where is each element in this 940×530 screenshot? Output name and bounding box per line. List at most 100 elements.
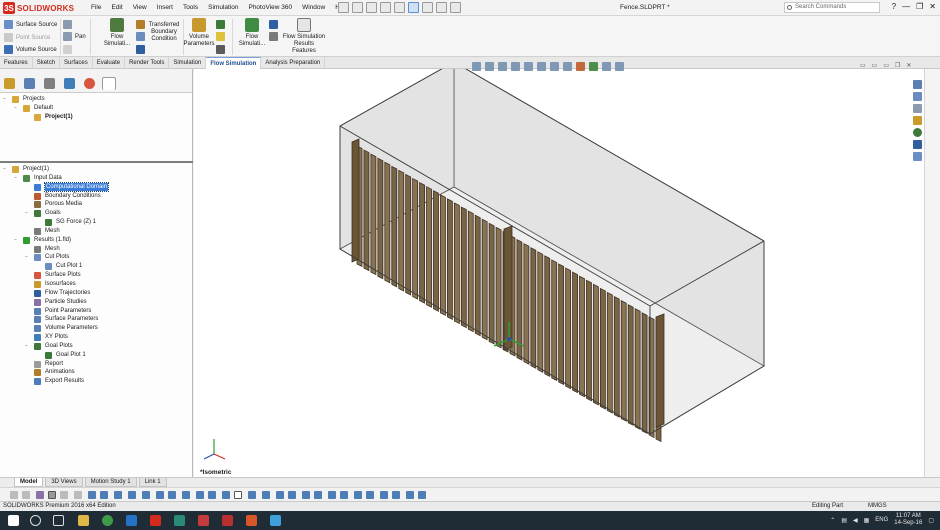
tool-2-icon[interactable]	[22, 491, 30, 499]
analysis-tree-item[interactable]: Cut Plot 1	[0, 262, 192, 271]
minimize-icon[interactable]: —	[902, 2, 910, 11]
analysis-tree-item[interactable]: Particle Studies	[0, 298, 192, 307]
collapse-toggle-icon[interactable]: −	[14, 175, 19, 181]
tool-18-icon[interactable]	[234, 491, 242, 499]
tab-simulation[interactable]: Simulation	[169, 57, 207, 69]
analysis-tree-item[interactable]: − Goal Plots	[0, 342, 192, 351]
tab-analysis-preparation[interactable]: Analysis Preparation	[261, 57, 326, 69]
viewport-close-icon[interactable]: ✕	[906, 62, 911, 69]
design-library-icon[interactable]	[912, 104, 922, 113]
flow-analysis-tab-icon[interactable]	[102, 77, 116, 90]
appearances-icon[interactable]	[912, 128, 922, 137]
volume-icon[interactable]: ◀	[853, 517, 858, 524]
project-tree-item[interactable]: − Projects	[0, 95, 192, 104]
viewport-minimize-icon[interactable]: ▭	[872, 62, 878, 69]
select-icon[interactable]	[408, 2, 419, 13]
results-table-button[interactable]	[269, 31, 281, 42]
collapse-toggle-icon[interactable]: −	[3, 167, 8, 172]
analysis-tree-item[interactable]: Surface Parameters	[0, 315, 192, 324]
analysis-tree-item[interactable]: Porous Media	[0, 200, 192, 209]
section-view-icon[interactable]	[511, 62, 520, 71]
tool-23-icon[interactable]	[302, 491, 310, 499]
hide-show-items-icon[interactable]	[563, 62, 572, 71]
dimxpert-tab-icon[interactable]	[64, 78, 75, 89]
print-icon[interactable]	[380, 2, 391, 13]
powerpoint-icon[interactable]	[246, 515, 257, 526]
zoom-to-fit-icon[interactable]	[472, 62, 481, 71]
tool-20-icon[interactable]	[262, 491, 270, 499]
previous-view-icon[interactable]	[498, 62, 507, 71]
graphics-area[interactable]: *Isometric	[194, 69, 924, 477]
tool-21-icon[interactable]	[276, 491, 284, 499]
restore-icon[interactable]: ❐	[916, 2, 923, 11]
zoom-area-button[interactable]	[63, 19, 75, 30]
volume-parameters-button[interactable]: Volume Parameters	[184, 18, 215, 48]
zoom-to-area-icon[interactable]	[485, 62, 494, 71]
analysis-tree-item[interactable]: Report	[0, 360, 192, 369]
menu-view[interactable]: View	[128, 2, 152, 14]
open-icon[interactable]	[352, 2, 363, 13]
view-orientation-icon[interactable]	[537, 62, 546, 71]
analysis-tree-item[interactable]: Isosurfaces	[0, 280, 192, 289]
tool-24-icon[interactable]	[314, 491, 322, 499]
tool-17-icon[interactable]	[222, 491, 230, 499]
configuration-tab-icon[interactable]	[44, 78, 55, 89]
tool-12-icon[interactable]	[156, 491, 164, 499]
tab-sketch[interactable]: Sketch	[33, 57, 61, 69]
menu-tools[interactable]: Tools	[178, 2, 203, 14]
resources-icon[interactable]	[912, 92, 922, 101]
grid-button[interactable]	[216, 44, 228, 55]
tab-link[interactable]: Link 1	[138, 478, 167, 487]
analysis-tree-item[interactable]: − Input Data	[0, 174, 192, 183]
file-explorer-icon[interactable]	[912, 116, 922, 125]
home-icon[interactable]	[912, 80, 922, 89]
feature-tree-tab-icon[interactable]	[4, 78, 15, 89]
menu-simulation[interactable]: Simulation	[203, 2, 243, 14]
collapse-toggle-icon[interactable]: −	[25, 255, 30, 260]
app-icon-3[interactable]	[222, 515, 233, 526]
menu-photoview[interactable]: PhotoView 360	[243, 2, 297, 14]
display-style-icon[interactable]	[550, 62, 559, 71]
tab-flow-simulation[interactable]: Flow Simulation	[206, 57, 262, 69]
tool-6-icon[interactable]	[74, 491, 82, 499]
save-icon[interactable]	[366, 2, 377, 13]
tool-25-icon[interactable]	[328, 491, 336, 499]
analysis-tree-item[interactable]: Mesh	[0, 227, 192, 236]
tool-8-icon[interactable]	[100, 491, 108, 499]
help-icon[interactable]: ?	[892, 2, 896, 11]
monitor-button[interactable]	[136, 44, 148, 55]
language-indicator[interactable]: ENG	[875, 517, 888, 523]
analysis-tree-item[interactable]: Surface Plots	[0, 271, 192, 280]
analysis-tree-item[interactable]: SG Force (Z) 1	[0, 218, 192, 227]
pane-splitter[interactable]	[0, 161, 193, 163]
file-explorer-taskbar-icon[interactable]	[78, 515, 89, 526]
network-icon[interactable]: ▤	[841, 517, 847, 524]
tool-26-icon[interactable]	[340, 491, 348, 499]
options-gear-icon[interactable]	[450, 2, 461, 13]
chevron-up-icon[interactable]: ⌃	[830, 517, 835, 524]
custom-properties-icon[interactable]	[912, 140, 922, 149]
results-list-button[interactable]	[269, 19, 281, 30]
tool-32-icon[interactable]	[418, 491, 426, 499]
goals-button[interactable]	[216, 19, 228, 30]
tab-motion-study[interactable]: Motion Study 1	[84, 478, 137, 487]
analysis-tree-item[interactable]: Computational Domain	[0, 181, 192, 193]
close-icon[interactable]: ✕	[929, 2, 936, 11]
search-commands-input[interactable]: Search Commands	[784, 2, 880, 13]
tool-13-icon[interactable]	[168, 491, 176, 499]
menu-file[interactable]: File	[86, 2, 106, 14]
app-icon-1[interactable]	[174, 515, 185, 526]
solidworks-taskbar-icon[interactable]	[150, 515, 161, 526]
property-manager-tab-icon[interactable]	[24, 78, 35, 89]
notifications-icon[interactable]: ▢	[928, 517, 934, 524]
tab-3d-views[interactable]: 3D Views	[45, 478, 83, 487]
project-tree-item[interactable]: Project(1)	[0, 113, 192, 122]
project-tree-item[interactable]: − Default	[0, 104, 192, 113]
volume-source-button[interactable]: Volume Source	[4, 44, 57, 55]
view-settings-icon[interactable]	[602, 62, 611, 71]
menu-window[interactable]: Window	[297, 2, 330, 14]
app-icon-2[interactable]	[198, 515, 209, 526]
tool-9-icon[interactable]	[114, 491, 122, 499]
tool-30-icon[interactable]	[392, 491, 400, 499]
analysis-tree-item[interactable]: Goal Plot 1	[0, 351, 192, 360]
